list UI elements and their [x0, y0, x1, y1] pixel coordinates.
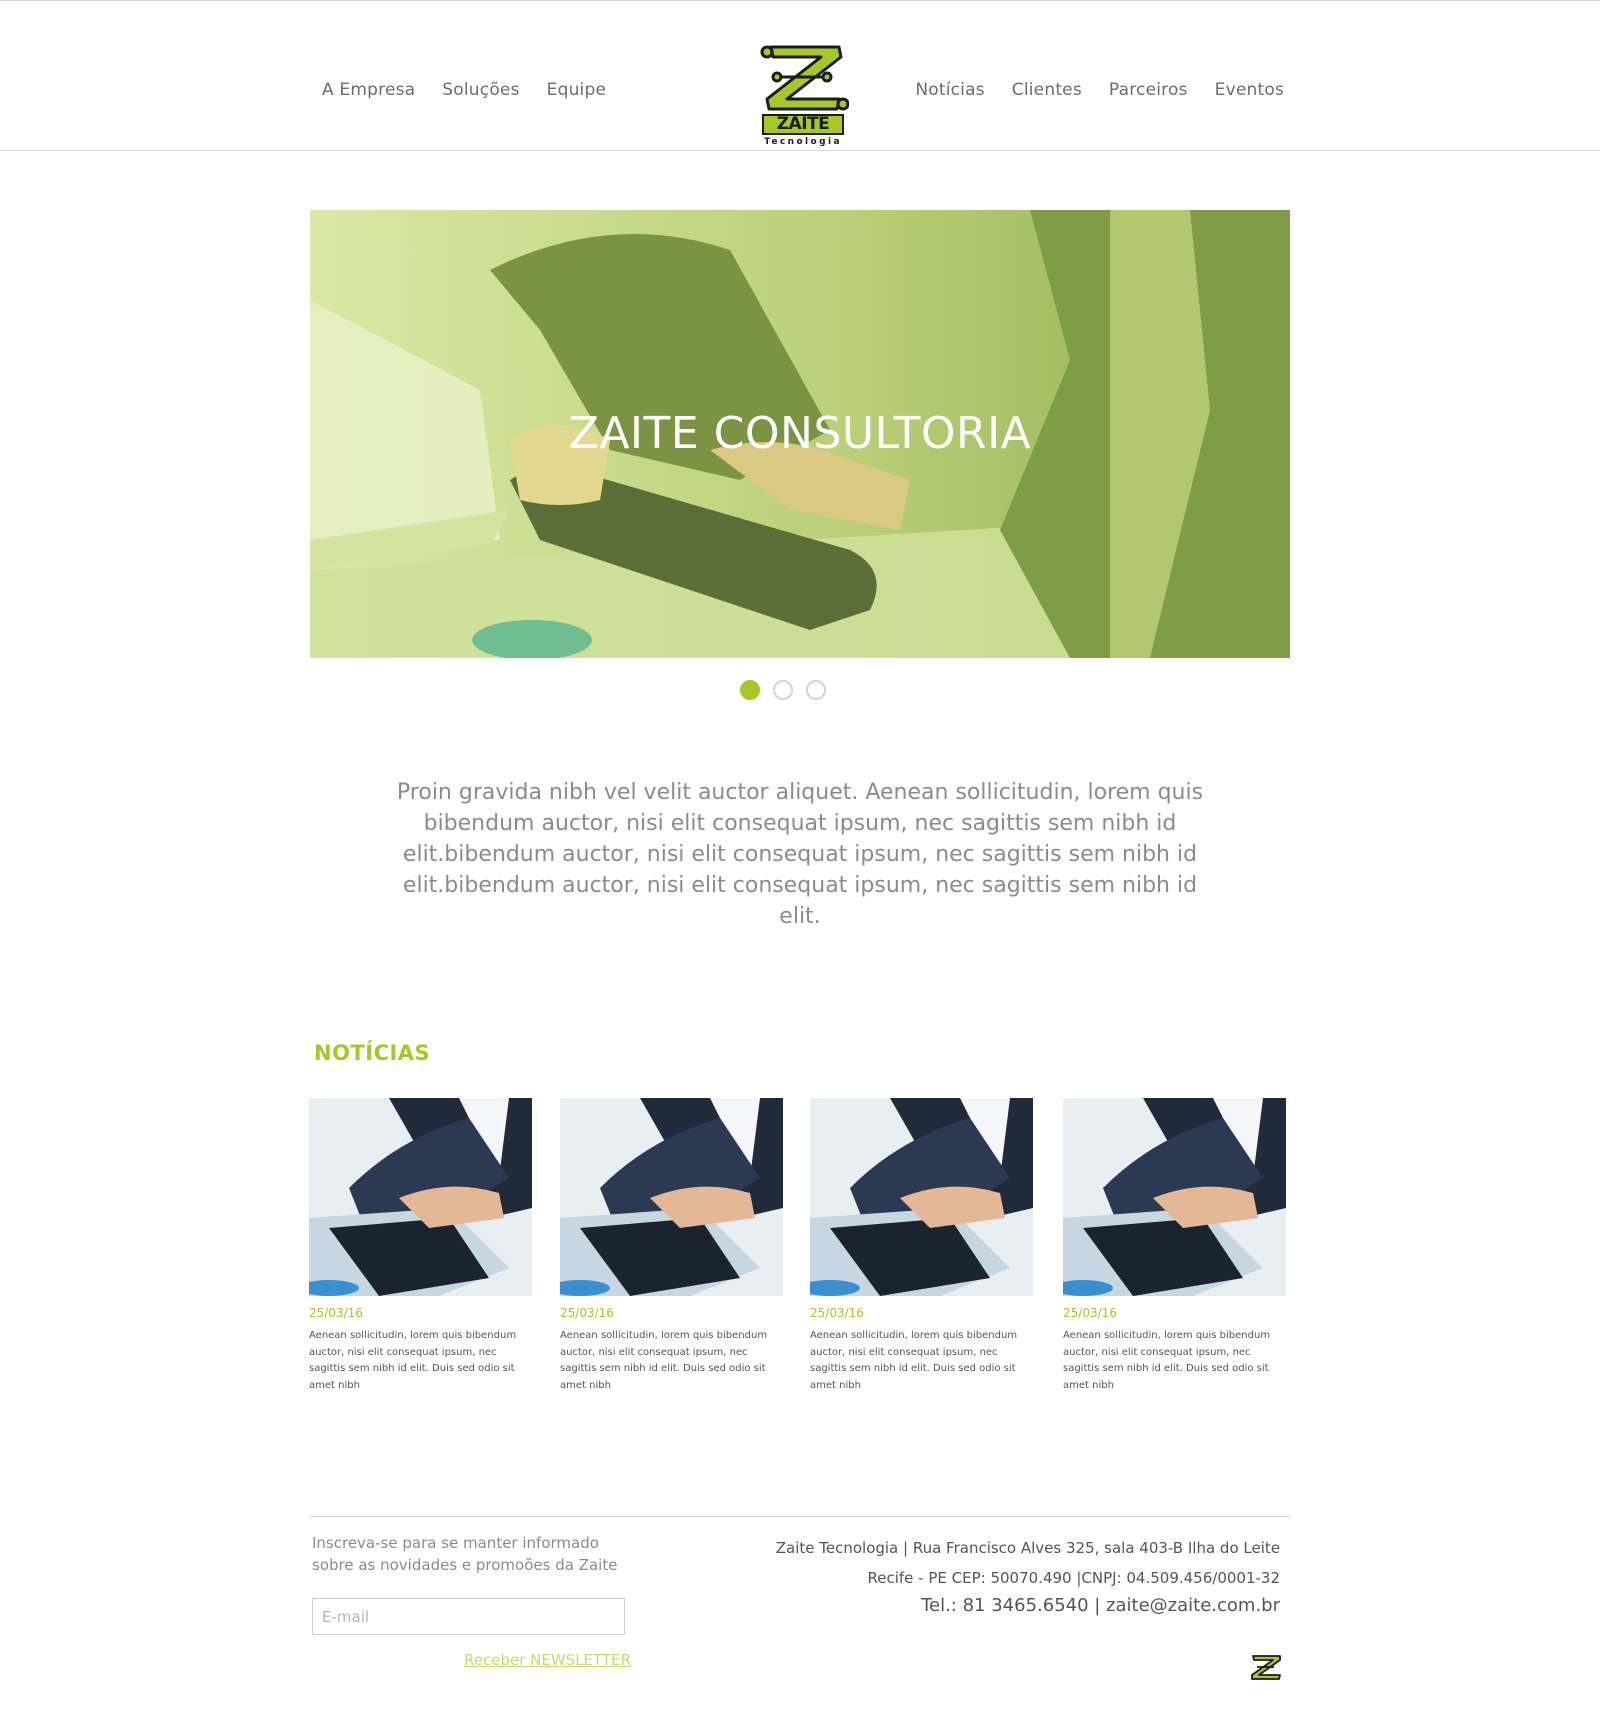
nav-link-clientes[interactable]: Clientes [1012, 80, 1082, 100]
news-card[interactable]: 25/03/16 Aenean sollicitudin, lorem quis… [1063, 1098, 1286, 1394]
slider-dot-1[interactable] [740, 680, 760, 700]
zaite-logo[interactable]: ZAITE Tecnologia [757, 41, 850, 149]
news-excerpt: Aenean sollicitudin, lorem quis bibendum… [309, 1330, 517, 1391]
news-date: 25/03/16 [810, 1306, 864, 1320]
news-image[interactable] [810, 1098, 1033, 1296]
footer-address: Zaite Tecnologia | Rua Francisco Alves 3… [776, 1537, 1280, 1618]
news-photo [810, 1098, 1033, 1296]
logo-subtitle: Tecnologia [764, 137, 842, 147]
site-header: A Empresa Soluções Equipe ZAITE Tecnolog… [0, 0, 1600, 151]
hero-title: ZAITE CONSULTORIA [568, 408, 1032, 459]
news-card[interactable]: 25/03/16 Aenean sollicitudin, lorem quis… [560, 1098, 783, 1394]
news-section-title: NOTÍCIAS [314, 1041, 431, 1065]
news-photo [1063, 1098, 1286, 1296]
newsletter-button[interactable]: Receber NEWSLETTER [464, 1651, 631, 1669]
news-excerpt: Aenean sollicitudin, lorem quis bibendum… [810, 1330, 1018, 1391]
zaite-small-logo-icon [1251, 1655, 1281, 1680]
nav-link-solucoes[interactable]: Soluções [442, 80, 519, 100]
address-line: Recife - PE CEP: 50070.490 |CNPJ: 04.509… [867, 1569, 1281, 1587]
news-date: 25/03/16 [1063, 1306, 1117, 1320]
news-image[interactable] [1063, 1098, 1286, 1296]
news-excerpt: Aenean sollicitudin, lorem quis bibendum… [1063, 1330, 1271, 1391]
news-excerpt: Aenean sollicitudin, lorem quis bibendum… [560, 1330, 768, 1391]
email-field[interactable] [312, 1598, 625, 1635]
news-image[interactable] [560, 1098, 783, 1296]
zaite-small-logo[interactable] [1248, 1653, 1284, 1681]
footer-divider [310, 1516, 1290, 1517]
zaite-logo-icon [760, 45, 850, 111]
nav-link-equipe[interactable]: Equipe [547, 80, 606, 100]
hero-slider[interactable]: ZAITE CONSULTORIA [310, 210, 1290, 658]
nav-link-eventos[interactable]: Eventos [1215, 80, 1284, 100]
news-date: 25/03/16 [560, 1306, 614, 1320]
nav-link-empresa[interactable]: A Empresa [322, 80, 415, 100]
slider-dot-3[interactable] [806, 680, 826, 700]
nav-right: Notícias Clientes Parceiros Eventos [915, 80, 1284, 100]
slider-dot-2[interactable] [773, 680, 793, 700]
intro-text: Proin gravida nibh vel velit auctor aliq… [396, 780, 1204, 929]
nav-left: A Empresa Soluções Equipe [322, 80, 606, 100]
slider-dots [740, 680, 826, 700]
news-date: 25/03/16 [309, 1306, 363, 1320]
news-card[interactable]: 25/03/16 Aenean sollicitudin, lorem quis… [309, 1098, 532, 1394]
nav-link-parceiros[interactable]: Parceiros [1109, 80, 1188, 100]
nav-link-noticias[interactable]: Notícias [915, 80, 984, 100]
news-photo [560, 1098, 783, 1296]
news-card[interactable]: 25/03/16 Aenean sollicitudin, lorem quis… [810, 1098, 1033, 1394]
contact-line: Tel.: 81 3465.6540 | zaite@zaite.com.br [921, 1595, 1280, 1616]
news-photo [309, 1098, 532, 1296]
logo-wordmark: ZAITE [762, 114, 844, 135]
address-line: Zaite Tecnologia | Rua Francisco Alves 3… [775, 1539, 1280, 1557]
news-image[interactable] [309, 1098, 532, 1296]
subscribe-text: Inscreva-se para se manter informado sob… [312, 1534, 618, 1574]
